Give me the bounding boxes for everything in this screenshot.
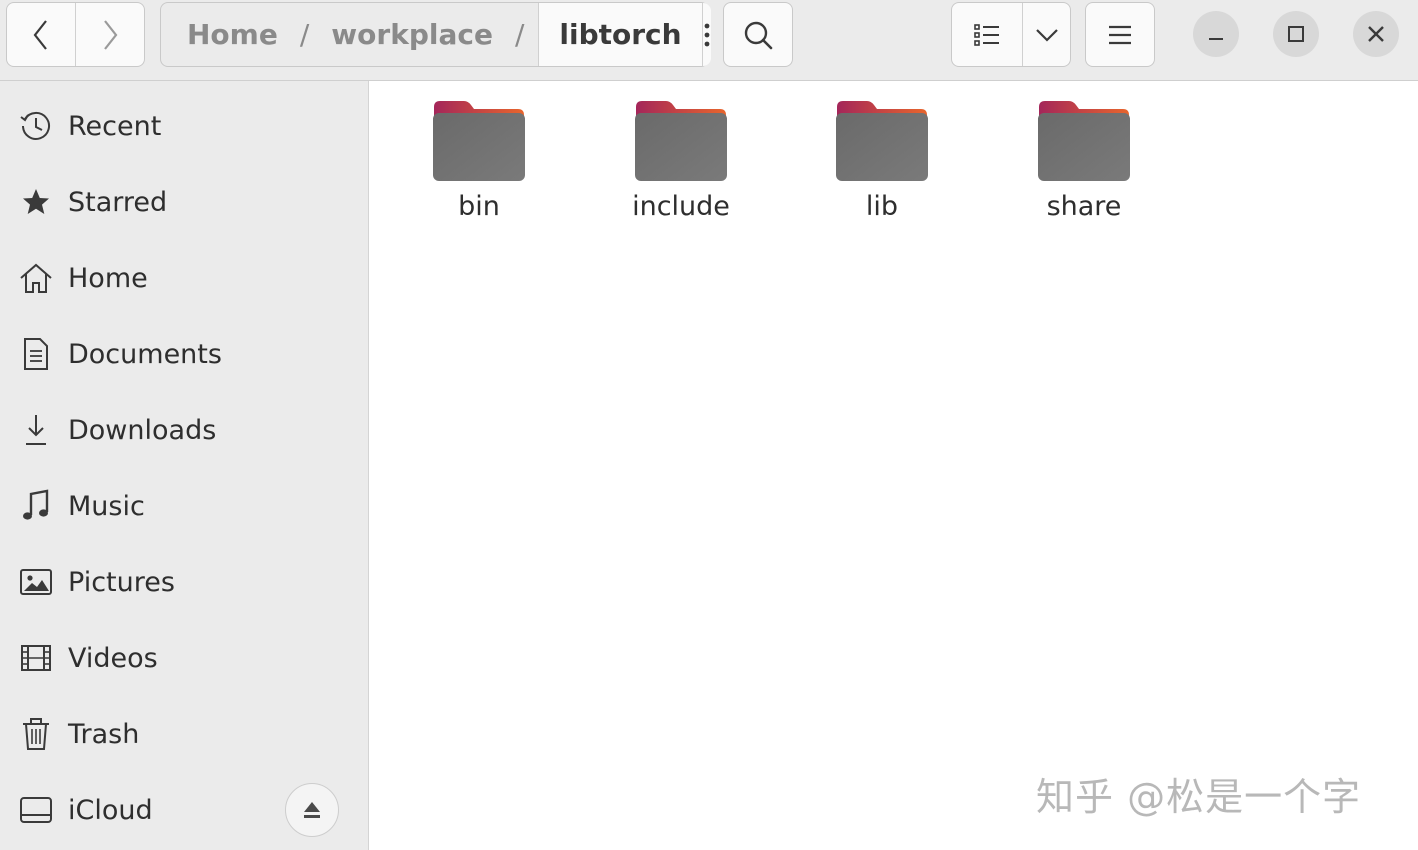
list-view-button[interactable] [952, 3, 1023, 66]
sidebar-item-downloads[interactable]: Downloads [0, 392, 368, 468]
sidebar: Recent Starred Home Documents Downloads … [0, 81, 369, 850]
minimize-button[interactable] [1193, 11, 1239, 57]
sidebar-item-label: Starred [68, 186, 168, 218]
back-button[interactable] [7, 3, 75, 66]
header-bar: Home / workplace / libtorch [0, 0, 1418, 81]
breadcrumb-home[interactable]: Home [161, 18, 278, 51]
folder-include[interactable]: include [606, 97, 756, 237]
minimize-icon [1209, 38, 1223, 40]
download-icon [18, 412, 54, 448]
navigation-buttons [6, 2, 145, 67]
kebab-menu-icon [704, 23, 709, 46]
sidebar-item-music[interactable]: Music [0, 468, 368, 544]
sidebar-item-label: Recent [68, 110, 162, 142]
folder-icon [836, 101, 928, 181]
breadcrumb-workplace[interactable]: workplace [309, 18, 493, 51]
home-icon [18, 260, 54, 296]
list-view-icon [974, 23, 999, 46]
close-icon [1368, 26, 1384, 42]
folder-bin[interactable]: bin [404, 97, 554, 237]
sidebar-item-label: Home [68, 262, 148, 294]
maximize-icon [1288, 26, 1304, 42]
clock-icon [18, 108, 54, 144]
maximize-button[interactable] [1273, 11, 1319, 57]
picture-icon [18, 564, 54, 600]
sidebar-item-label: Videos [68, 642, 158, 674]
hamburger-icon [1109, 25, 1131, 44]
sidebar-item-recent[interactable]: Recent [0, 88, 368, 164]
breadcrumb-separator: / [299, 18, 310, 51]
search-button[interactable] [723, 2, 793, 67]
eject-button[interactable] [285, 783, 339, 837]
watermark: 知乎 @松是一个字 [1036, 775, 1362, 819]
file-name: include [632, 191, 730, 222]
star-icon [18, 184, 54, 220]
film-icon [18, 640, 54, 676]
sidebar-item-home[interactable]: Home [0, 240, 368, 316]
folder-icon [635, 101, 727, 181]
sidebar-item-label: Downloads [68, 414, 217, 446]
sidebar-item-label: Pictures [68, 566, 175, 598]
forward-button[interactable] [75, 3, 144, 66]
path-options-button[interactable] [702, 3, 711, 66]
sidebar-item-videos[interactable]: Videos [0, 620, 368, 696]
sidebar-item-label: Trash [68, 718, 140, 750]
chevron-right-icon [104, 19, 118, 50]
chevron-down-icon [1035, 28, 1058, 42]
file-name: lib [865, 191, 899, 222]
view-dropdown-button[interactable] [1023, 3, 1070, 66]
sidebar-item-label: iCloud [68, 794, 153, 826]
drive-icon [18, 792, 54, 828]
search-icon [744, 21, 773, 49]
trash-icon [18, 716, 54, 752]
view-options [951, 2, 1071, 67]
sidebar-item-label: Documents [68, 338, 222, 370]
sidebar-item-starred[interactable]: Starred [0, 164, 368, 240]
file-name: bin [458, 191, 500, 222]
file-view: bin include lib share [369, 81, 1418, 850]
breadcrumb: Home / workplace / libtorch [160, 2, 711, 67]
document-icon [18, 336, 54, 372]
sidebar-item-trash[interactable]: Trash [0, 696, 368, 772]
eject-icon [304, 802, 320, 818]
music-note-icon [18, 488, 54, 524]
main-menu-button[interactable] [1085, 2, 1155, 67]
sidebar-item-label: Music [68, 490, 145, 522]
breadcrumb-libtorch[interactable]: libtorch [538, 3, 703, 66]
folder-icon [433, 101, 525, 181]
close-button[interactable] [1353, 11, 1399, 57]
folder-lib[interactable]: lib [807, 97, 957, 237]
chevron-left-icon [33, 19, 47, 50]
folder-icon [1038, 101, 1130, 181]
sidebar-item-pictures[interactable]: Pictures [0, 544, 368, 620]
folder-share[interactable]: share [1009, 97, 1159, 237]
sidebar-item-documents[interactable]: Documents [0, 316, 368, 392]
file-name: share [1046, 191, 1122, 222]
breadcrumb-separator: / [514, 18, 525, 51]
